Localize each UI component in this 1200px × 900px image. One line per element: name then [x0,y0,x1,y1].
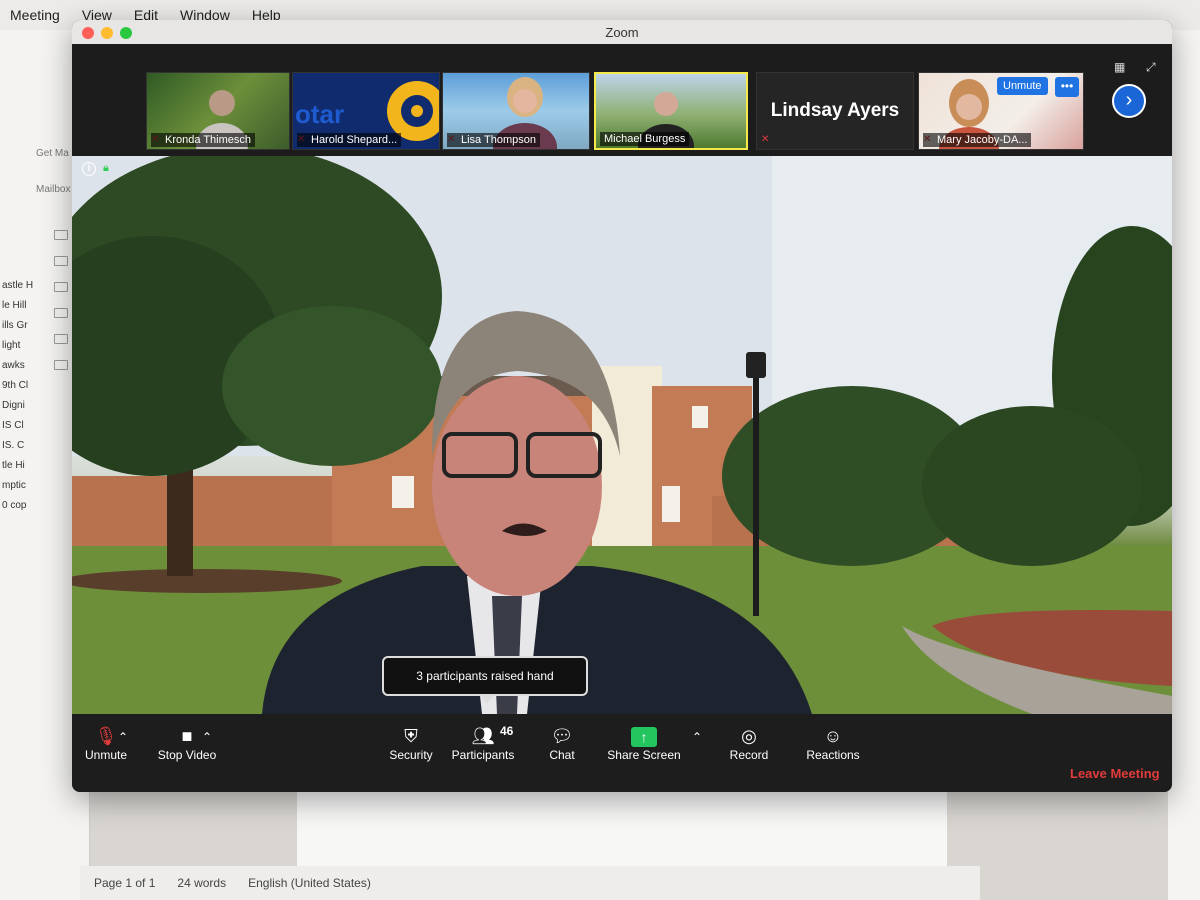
audio-options-chevron-icon[interactable]: ⌃ [118,730,128,744]
participant-tile[interactable]: ✕ Kronda Thimesch [146,72,290,150]
unmute-label: Unmute [84,748,128,762]
chat-button[interactable]: 💬︎ Chat [540,724,584,762]
stop-video-button[interactable]: ■ Stop Video [132,724,242,762]
security-button[interactable]: ⛨ Security [382,724,440,762]
record-icon: ◎ [741,726,757,746]
minimize-window-button[interactable] [101,27,113,39]
zoom-window-button[interactable] [120,27,132,39]
share-screen-button[interactable]: ↑ Share Screen [602,724,686,762]
reactions-label: Reactions [806,748,860,762]
speaker-video-scene [72,156,1172,714]
security-label: Security [389,748,433,762]
window-title: Zoom [605,24,639,40]
smiley-icon: ☺ [823,726,843,746]
envelope-icon [54,360,68,370]
chat-label: Chat [549,748,575,762]
meeting-controls: 🎙︎ Unmute ⌃ ■ Stop Video ⌃ ⛨ Security 👥︎… [72,714,1172,792]
participant-tile[interactable]: ✕ Lisa Thompson [442,72,590,150]
zoom-window: Zoom ✕ Kronda Thimesch otar ✕ Harold She… [72,20,1172,792]
envelope-icon [54,334,68,344]
record-button[interactable]: ◎ Record [722,724,776,762]
chat-bubble-icon: 💬︎ [550,726,574,746]
envelope-icon [54,282,68,292]
gallery-view-icon[interactable]: ▦ [1114,60,1128,74]
word-status-bar: Page 1 of 1 24 words English (United Sta… [80,866,980,900]
mailbox-label: Mailbox [36,184,71,195]
speaker-video: i 🔒︎ 3 participants raised hand [72,156,1172,714]
menu-meeting[interactable]: Meeting [10,7,60,23]
participant-name: Lisa Thompson [447,133,541,147]
unmute-participant-button[interactable]: Unmute [997,77,1048,95]
participant-name: Mary Jacoby-DA... [923,133,1032,147]
participant-tile-active-speaker[interactable]: Michael Burgess [594,72,748,150]
video-options-chevron-icon[interactable]: ⌃ [202,730,212,744]
svg-text:otar: otar [295,99,344,129]
encryption-lock-icon[interactable]: 🔒︎ [103,162,115,176]
share-options-chevron-icon[interactable]: ⌃ [692,730,702,744]
title-bar: Zoom [72,20,1172,44]
word-count: 24 words [177,876,227,890]
participants-label: Participants [451,748,515,762]
get-mail-button[interactable]: Get Ma [36,148,70,166]
raised-hand-notification[interactable]: 3 participants raised hand [382,656,588,703]
record-label: Record [729,748,769,762]
leave-meeting-button[interactable]: Leave Meeting [1070,766,1160,781]
envelope-icon [54,256,68,266]
muted-mic-icon: ✕ [761,134,770,145]
envelope-icon [54,230,68,240]
envelope-icon [54,308,68,318]
participant-name: Harold Shepard... [297,133,402,147]
participant-name: Lindsay Ayers [770,100,900,121]
language-label[interactable]: English (United States) [248,876,371,890]
participant-strip: ✕ Kronda Thimesch otar ✕ Harold Shepard.… [72,44,1172,156]
reactions-button[interactable]: ☺ Reactions [800,724,866,762]
share-screen-label: Share Screen [607,748,681,762]
share-screen-arrow-icon: ↑ [631,727,657,747]
shield-icon: ⛨ [404,726,418,746]
next-page-arrow-button[interactable]: › [1112,84,1146,118]
window-controls [82,27,132,39]
participant-tile[interactable]: Unmute ••• ✕ Mary Jacoby-DA... [918,72,1084,150]
participant-tile[interactable]: otar ✕ Harold Shepard... [292,72,440,150]
participant-name: Kronda Thimesch [151,133,256,147]
participant-name: Michael Burgess [600,132,690,146]
fullscreen-icon[interactable]: ⤢ [1146,60,1160,74]
close-window-button[interactable] [82,27,94,39]
page-count: Page 1 of 1 [94,876,156,890]
background-right-pane [1168,30,1200,900]
meeting-info-icon[interactable]: i [82,162,96,176]
video-camera-icon: ■ [181,726,193,746]
stop-video-label: Stop Video [157,748,217,762]
more-options-button[interactable]: ••• [1055,77,1079,97]
participant-tile[interactable]: Lindsay Ayers ✕ [756,72,914,150]
participants-count: 46 [500,724,514,738]
